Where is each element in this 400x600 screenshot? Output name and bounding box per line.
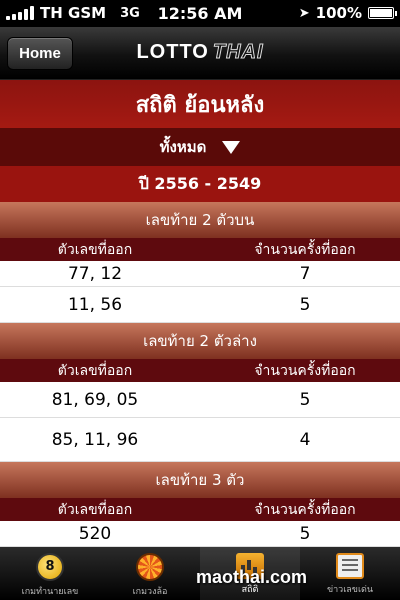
table-row: 85, 11, 96 4	[0, 418, 400, 462]
tab-label: เกมทำนายเลข	[21, 587, 79, 597]
battery-fill	[370, 9, 392, 17]
tab-label: ข่าวเลขเด่น	[326, 585, 374, 595]
section-header-bottom-2: เลขท้าย 2 ตัวล่าง	[0, 323, 400, 359]
navigation-bar: Home LOTTO THAI	[0, 27, 400, 80]
column-count: จำนวนครั้งที่ออก	[254, 241, 356, 258]
page-title: สถิติ ย้อนหลัง	[0, 80, 400, 128]
column-header: ตัวเลขที่ออก จำนวนครั้งที่ออก	[0, 359, 400, 382]
row-count: 5	[299, 294, 311, 315]
filter-dropdown[interactable]: ทั้งหมด	[0, 128, 400, 166]
row-count: 7	[299, 263, 311, 284]
table-row: 77, 12 7	[0, 261, 400, 287]
table-row: 520 5	[0, 521, 400, 547]
column-numbers: ตัวเลขที่ออก	[57, 501, 133, 518]
location-arrow-icon: ➤	[298, 5, 310, 21]
row-numbers: 11, 56	[67, 294, 123, 315]
tab-label: เกมวงล้อ	[132, 587, 168, 597]
column-count: จำนวนครั้งที่ออก	[254, 362, 356, 379]
row-count: 4	[299, 429, 311, 450]
app-logo: LOTTO THAI	[0, 41, 400, 64]
tab-predict-game[interactable]: เกมทำนายเลข	[0, 547, 100, 600]
status-right: ➤ 100%	[298, 4, 397, 22]
year-range: ปี 2556 - 2549	[0, 166, 400, 202]
logo-lotto: LOTTO	[136, 41, 209, 63]
column-numbers: ตัวเลขที่ออก	[57, 362, 133, 379]
column-numbers: ตัวเลขที่ออก	[57, 241, 133, 258]
column-header: ตัวเลขที่ออก จำนวนครั้งที่ออก	[0, 238, 400, 261]
content-area[interactable]: สถิติ ย้อนหลัง ทั้งหมด ปี 2556 - 2549 เล…	[0, 80, 400, 547]
section-header-top-2: เลขท้าย 2 ตัวบน	[0, 202, 400, 238]
row-count: 5	[299, 389, 311, 410]
section-header-3-digit: เลขท้าย 3 ตัว	[0, 462, 400, 498]
row-count: 5	[299, 523, 311, 544]
watermark: maothai.com	[196, 567, 308, 587]
tab-wheel-game[interactable]: เกมวงล้อ	[100, 547, 200, 600]
dropdown-triangle-icon	[222, 140, 241, 154]
row-numbers: 85, 11, 96	[51, 429, 139, 450]
battery-icon	[368, 7, 397, 19]
column-count: จำนวนครั้งที่ออก	[254, 501, 356, 518]
lottery-balls-icon	[36, 553, 64, 581]
row-numbers: 81, 69, 05	[51, 389, 139, 410]
row-numbers: 520	[78, 523, 112, 544]
table-row: 81, 69, 05 5	[0, 382, 400, 418]
wheel-icon	[136, 553, 164, 581]
tab-news[interactable]: ข่าวเลขเด่น	[300, 547, 400, 600]
status-bar: TH GSM 3G 12:56 AM ➤ 100%	[0, 0, 400, 27]
news-icon	[336, 553, 364, 579]
column-header: ตัวเลขที่ออก จำนวนครั้งที่ออก	[0, 498, 400, 521]
logo-thai: THAI	[212, 41, 264, 64]
battery-percent: 100%	[315, 4, 362, 22]
filter-label: ทั้งหมด	[159, 138, 207, 156]
table-row: 11, 56 5	[0, 287, 400, 323]
row-numbers: 77, 12	[67, 263, 123, 284]
